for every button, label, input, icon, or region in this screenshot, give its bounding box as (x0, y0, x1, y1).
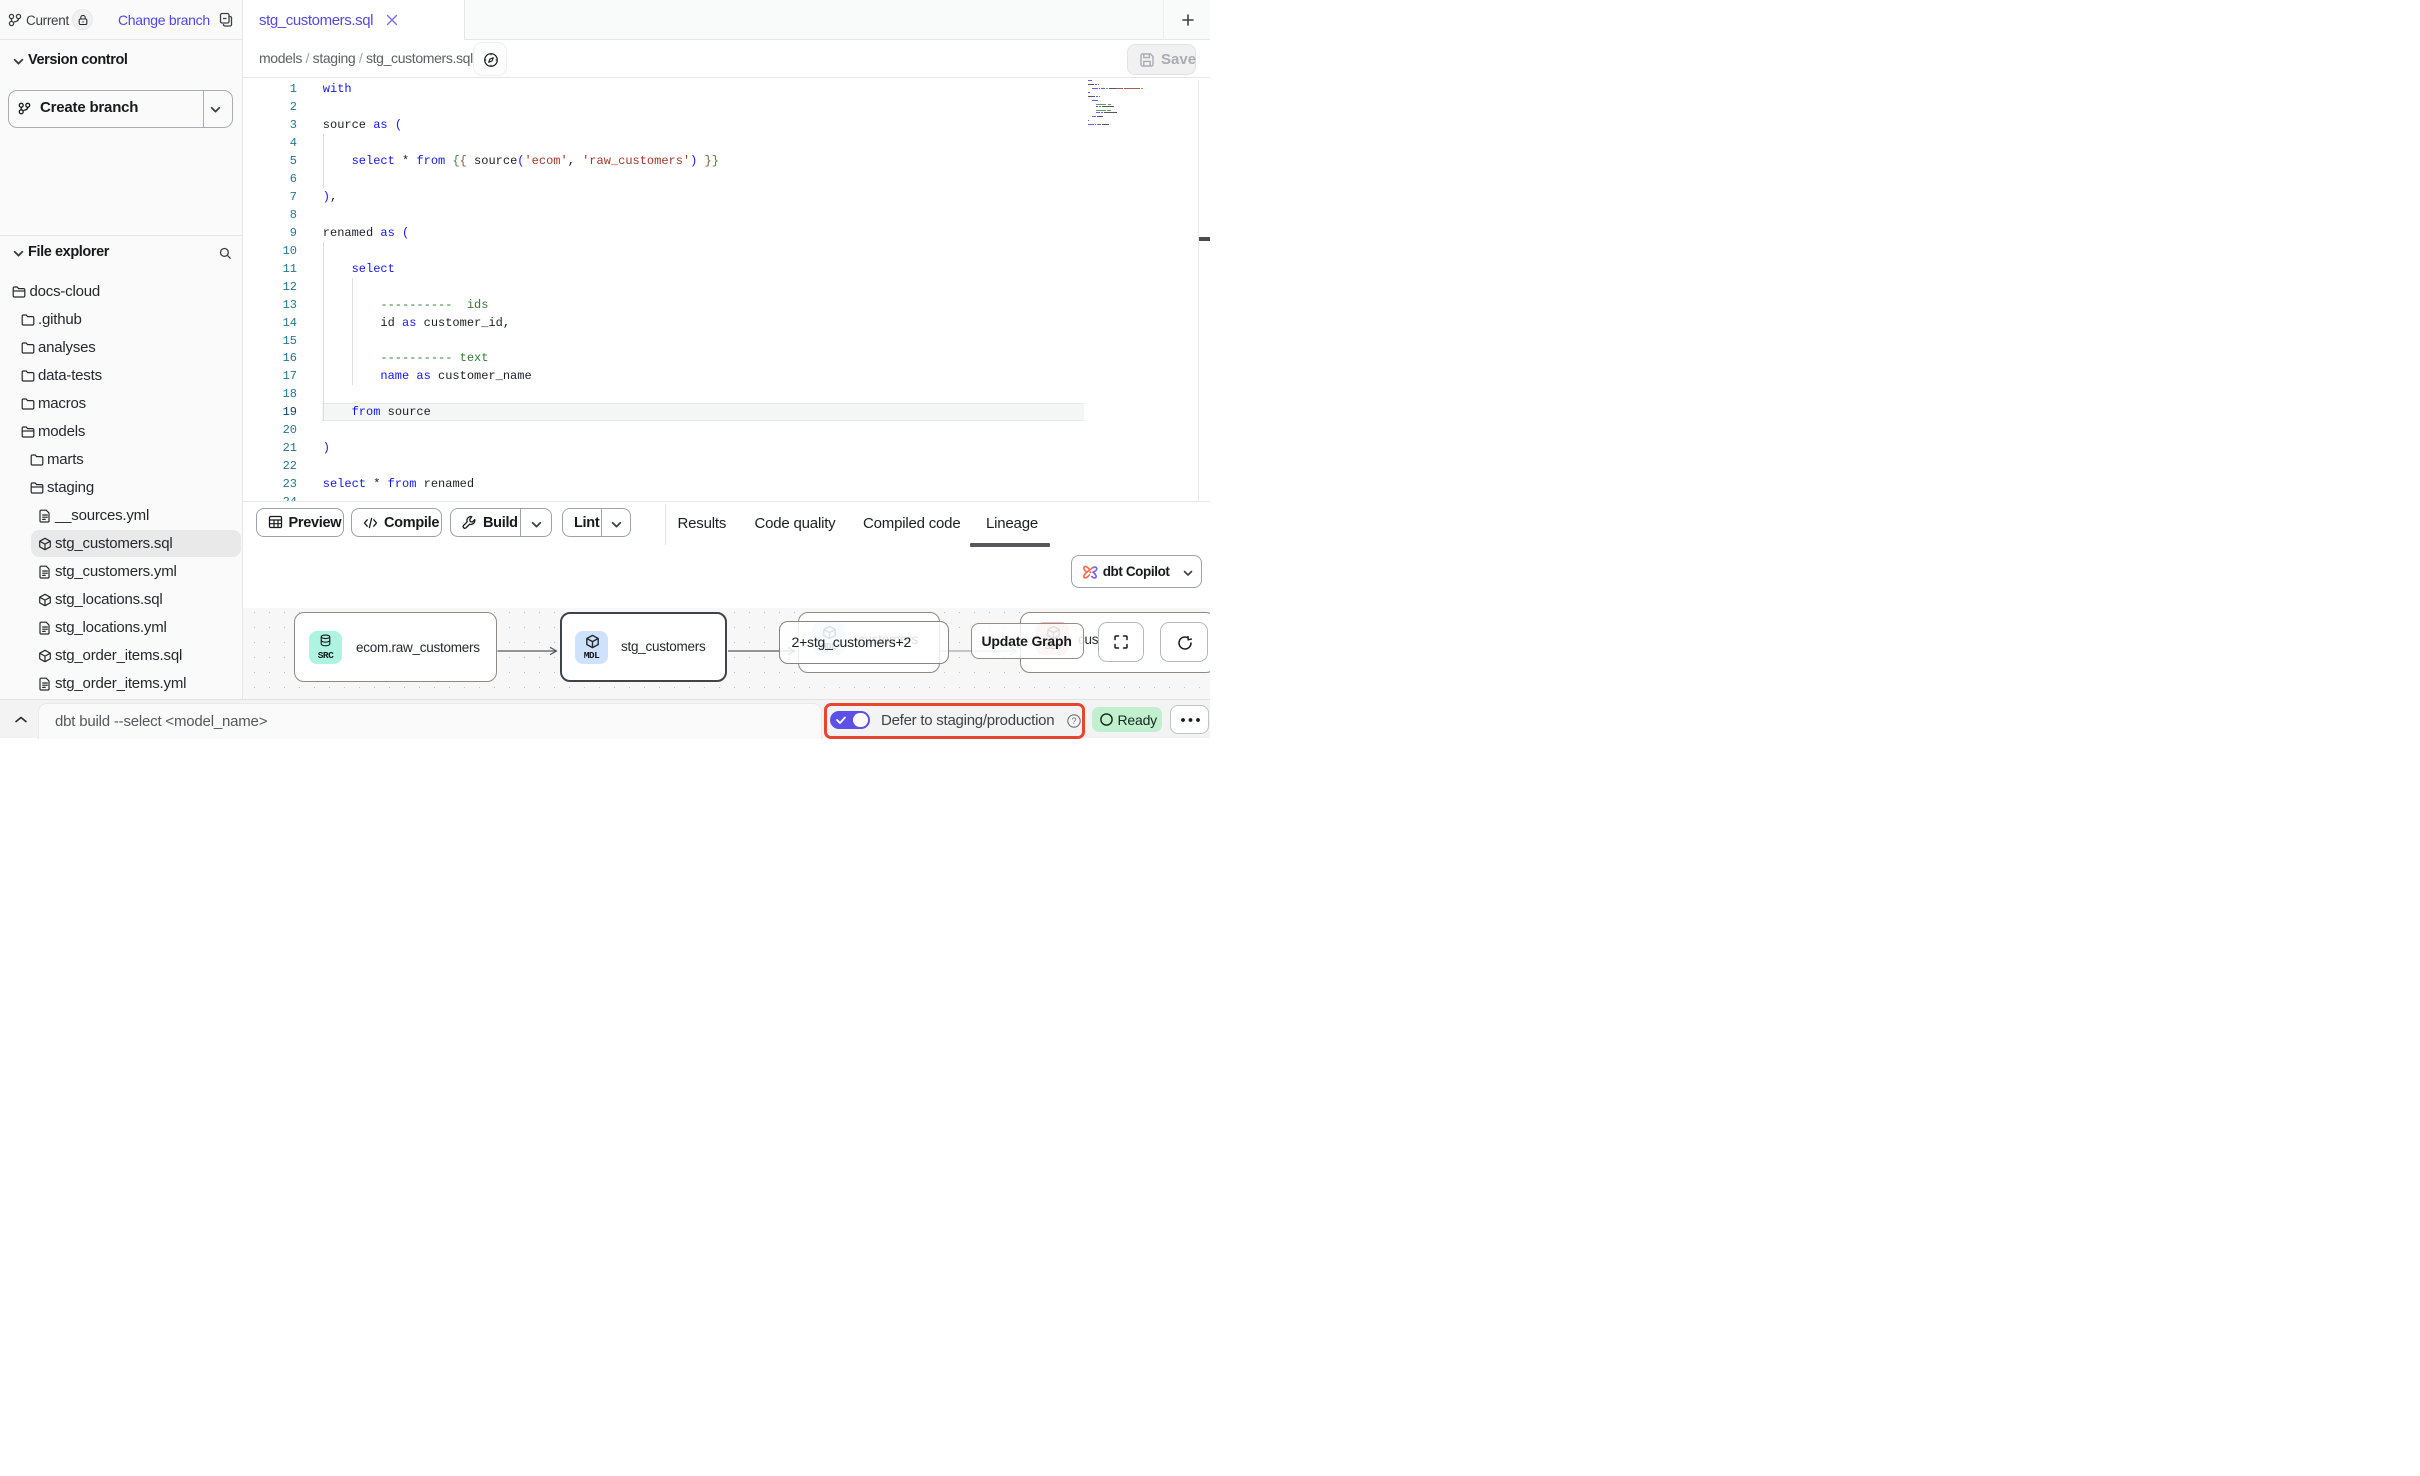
svg-text:?: ? (1071, 716, 1076, 726)
